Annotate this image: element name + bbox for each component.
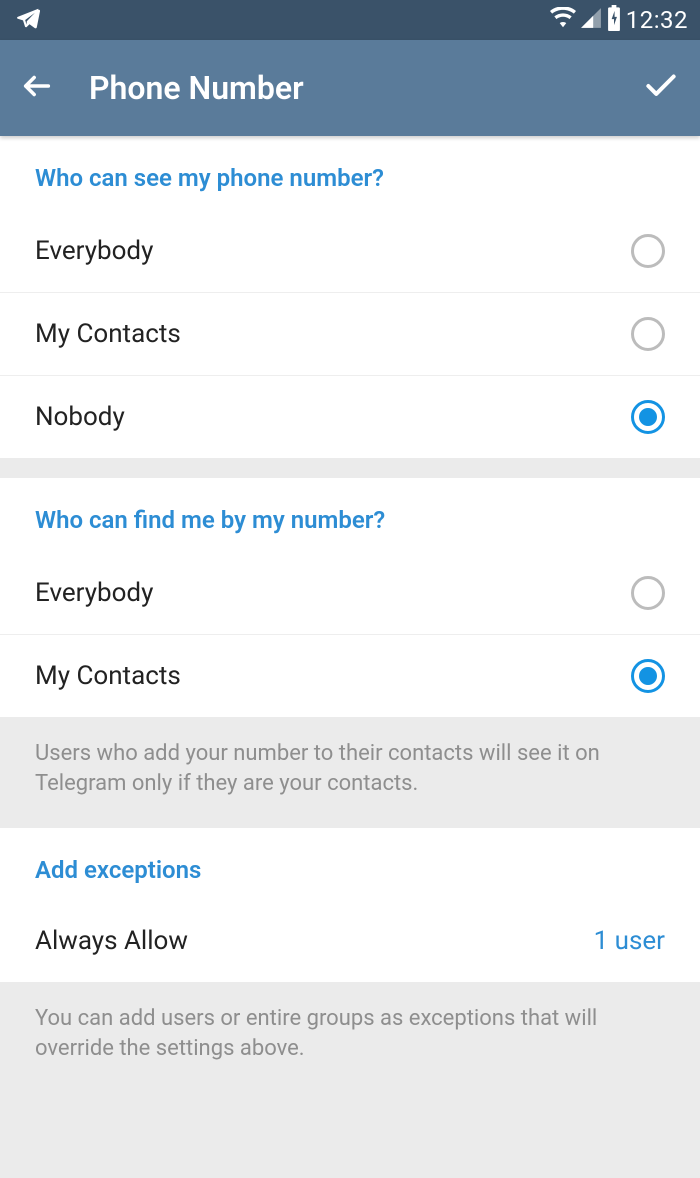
option-label: My Contacts [35,661,181,691]
always-allow-row[interactable]: Always Allow 1 user [0,902,700,982]
wifi-icon [550,7,576,33]
telegram-icon [15,5,41,35]
section-exceptions: Add exceptions Always Allow 1 user [0,828,700,982]
battery-icon [606,5,622,35]
section-gap [0,458,700,478]
option-label: Everybody [35,236,153,266]
signal-icon [580,7,602,33]
option-everybody[interactable]: Everybody [0,210,700,293]
section-header: Add exceptions [0,828,700,902]
radio-icon [631,234,665,268]
option-label: Everybody [35,578,153,608]
option-my-contacts[interactable]: My Contacts [0,635,700,717]
back-button[interactable] [20,69,54,107]
option-nobody[interactable]: Nobody [0,376,700,458]
option-label: My Contacts [35,319,181,349]
app-header: Phone Number [0,40,700,136]
section-who-can-see: Who can see my phone number? Everybody M… [0,136,700,458]
option-label: Nobody [35,402,125,432]
section-who-can-find: Who can find me by my number? Everybody … [0,478,700,717]
radio-icon [631,659,665,693]
radio-icon [631,576,665,610]
confirm-button[interactable] [642,67,680,109]
option-everybody[interactable]: Everybody [0,552,700,635]
info-text: You can add users or entire groups as ex… [0,982,700,1093]
radio-icon [631,400,665,434]
radio-icon [631,317,665,351]
section-header: Who can see my phone number? [0,136,700,210]
section-header: Who can find me by my number? [0,478,700,552]
exception-value: 1 user [594,926,665,956]
option-my-contacts[interactable]: My Contacts [0,293,700,376]
status-bar: 12:32 [0,0,700,40]
exception-label: Always Allow [35,926,188,956]
status-time: 12:32 [626,6,688,34]
page-title: Phone Number [89,69,642,107]
info-text: Users who add your number to their conta… [0,717,700,828]
